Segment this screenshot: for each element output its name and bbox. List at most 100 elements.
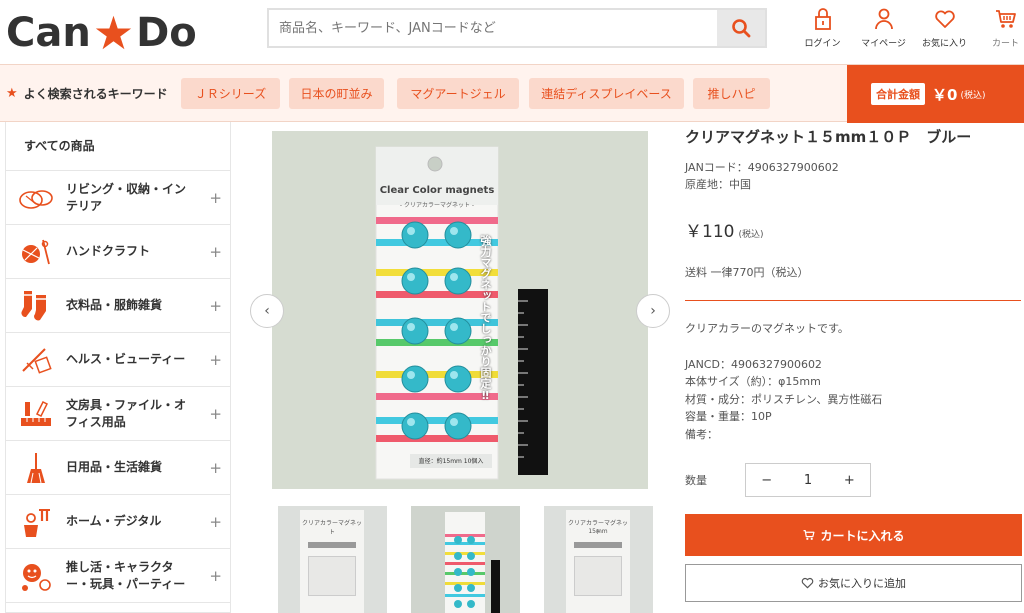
total-label: 合計金額 xyxy=(871,83,925,105)
sidebar-item-living[interactable]: リビング・収納・インテリア + xyxy=(6,171,230,225)
sidebar-item-daily-goods[interactable]: 日用品・生活雑貨 + xyxy=(6,441,230,495)
beauty-icon xyxy=(22,347,52,374)
search-input[interactable] xyxy=(269,10,717,46)
login-link[interactable]: ログイン xyxy=(792,6,853,49)
spec-size: 本体サイズ（約）：φ15mm xyxy=(685,375,821,388)
category-sidebar: すべての商品 リビング・収納・インテリア + ハンドクラフト + 衣料品・服飾雑… xyxy=(5,122,231,613)
chevron-left-icon: ‹ xyxy=(264,303,270,319)
keyword-display-base[interactable]: 連結ディスプレイベース xyxy=(529,78,684,109)
expand-icon[interactable]: + xyxy=(209,405,222,423)
package-bottom-text: 直径：約15mm 10個入 xyxy=(418,458,484,465)
search-box xyxy=(267,8,767,48)
keyword-townscape[interactable]: 日本の町並み xyxy=(289,78,384,109)
jan-code: JANコード：4906327900602 xyxy=(685,161,839,174)
prev-image-button[interactable]: ‹ xyxy=(250,294,284,328)
expand-icon[interactable]: + xyxy=(209,459,222,477)
sidebar-item-health-beauty[interactable]: ヘルス・ビューティー + xyxy=(6,333,230,387)
broom-icon xyxy=(27,452,45,483)
add-to-cart-button[interactable]: カートに入れる xyxy=(685,514,1022,556)
star-icon: ★ xyxy=(6,86,18,101)
party-icon xyxy=(22,563,51,591)
sidebar-item-handcraft[interactable]: ハンドクラフト + xyxy=(6,225,230,279)
keyword-jr-series[interactable]: ＪＲシリーズ xyxy=(181,78,280,109)
divider xyxy=(685,300,1021,301)
stationery-icon xyxy=(21,400,51,426)
quantity-minus-button[interactable]: − xyxy=(746,464,787,496)
logo[interactable]: Can ★ Do xyxy=(6,6,197,60)
basket-icon xyxy=(19,189,53,209)
price-tax: (税込) xyxy=(738,230,764,240)
expand-icon[interactable]: + xyxy=(209,189,222,207)
thumbnail-strip: クリアカラーマグネット クリアカラーマグネット 15mm xyxy=(278,506,677,613)
product-main-image[interactable]: Clear Color magnets - クリアカラーマグネット - 強力マグ… xyxy=(272,131,648,489)
expand-icon[interactable]: + xyxy=(209,567,222,585)
thumbnail[interactable]: クリアカラーマグネット xyxy=(278,506,387,613)
sidebar-item-stationery[interactable]: 文房具・ファイル・オフィス用品 + xyxy=(6,387,230,441)
craft-icon xyxy=(22,239,50,264)
expand-icon[interactable]: + xyxy=(209,297,222,315)
sidebar-item-oshi-toys[interactable]: 推し活・キャラクター・玩具・パーティー + xyxy=(6,549,230,603)
site-header: Can ★ Do ログイン マイページ xyxy=(0,0,1024,64)
spec-jancd: JANCD：4906327900602 xyxy=(685,357,822,371)
thumbnail-subtitle: 15mm xyxy=(588,528,608,535)
add-to-favorites-button[interactable]: お気に入りに追加 xyxy=(685,564,1022,602)
package-subtitle: - クリアカラーマグネット - xyxy=(399,202,475,209)
spec-notes: 備考： xyxy=(685,427,718,441)
quantity-label: 数量 xyxy=(685,474,707,487)
cart-label: カート xyxy=(991,39,1019,49)
heart-icon xyxy=(801,577,814,589)
expand-icon[interactable]: + xyxy=(209,513,222,531)
mypage-label: マイページ xyxy=(861,39,906,49)
keyword-title: ★ よく検索されるキーワード xyxy=(6,86,168,101)
product-description: クリアカラーのマグネットです。 xyxy=(685,322,849,335)
keyword-mag-art-gel[interactable]: マグアートジェル xyxy=(397,78,519,109)
price-row: ￥110 (税込) xyxy=(685,217,1021,242)
thumbnail[interactable]: クリアカラーマグネット 15mm xyxy=(544,506,653,613)
sidebar-item-clothing[interactable]: 衣料品・服飾雑貨 + xyxy=(6,279,230,333)
shipping-info: 送料 一律770円（税込） xyxy=(685,266,809,279)
favorites-link[interactable]: お気に入り xyxy=(914,6,975,49)
product-title: クリアマグネット１５mm１０Ｐ ブルー xyxy=(685,128,972,146)
cart-link[interactable]: カート xyxy=(975,6,1024,49)
login-icon xyxy=(814,8,831,30)
expand-icon[interactable]: + xyxy=(209,243,222,261)
socks-icon xyxy=(21,290,46,320)
quantity-value[interactable]: 1 xyxy=(787,464,828,496)
favorites-label: お気に入り xyxy=(921,39,967,49)
thumbnail-active[interactable] xyxy=(411,506,520,613)
mypage-link[interactable]: マイページ xyxy=(853,6,914,49)
package-vertical-text: 強力マグネットでしっかり固定‼ xyxy=(479,235,492,402)
product-specs: JANCD：4906327900602 本体サイズ（約）：φ15mm 材質・成分… xyxy=(685,356,1021,444)
sidebar-all-products[interactable]: すべての商品 xyxy=(6,122,230,171)
header-icons: ログイン マイページ お気に入り カート xyxy=(792,6,1024,49)
search-icon xyxy=(732,19,751,38)
logo-text-left: Can xyxy=(6,10,91,56)
quantity-plus-button[interactable]: + xyxy=(829,464,870,496)
logo-star-icon: ★ xyxy=(92,6,135,60)
tools-icon xyxy=(24,508,50,537)
sidebar-item-home-digital[interactable]: ホーム・デジタル + xyxy=(6,495,230,549)
total-tax: (税込) xyxy=(960,90,986,101)
next-image-button[interactable]: › xyxy=(636,294,670,328)
price-value: ￥110 xyxy=(685,222,735,242)
origin: 原産地：中国 xyxy=(685,178,751,191)
expand-icon[interactable]: + xyxy=(209,351,222,369)
add-to-favorites-label: お気に入りに追加 xyxy=(818,577,906,590)
heart-icon xyxy=(934,10,955,28)
user-icon xyxy=(874,8,893,30)
logo-text-right: Do xyxy=(136,10,197,56)
cart-total[interactable]: 合計金額 ￥0 (税込) xyxy=(847,65,1024,123)
cart-icon xyxy=(804,530,815,540)
total-value: ￥0 xyxy=(932,85,958,104)
keyword-bar: ★ よく検索されるキーワード ＪＲシリーズ 日本の町並み マグアートジェル 連結… xyxy=(0,64,1024,123)
spec-capacity: 容量・重量：10P xyxy=(685,410,772,423)
product-info: クリアマグネット１５mm１０Ｐ ブルー JANコード：4906327900602… xyxy=(685,122,1022,602)
login-label: ログイン xyxy=(804,39,841,49)
chevron-right-icon: › xyxy=(650,303,656,319)
keyword-oshi-happy[interactable]: 推しハピ xyxy=(693,78,770,109)
cart-icon xyxy=(995,10,1016,28)
spec-material: 材質・成分：ポリスチレン、異方性磁石 xyxy=(685,392,883,406)
thumbnail-title: クリアカラーマグネット xyxy=(301,520,362,536)
search-button[interactable] xyxy=(717,10,765,46)
quantity-row: 数量 − 1 + xyxy=(685,463,1021,497)
